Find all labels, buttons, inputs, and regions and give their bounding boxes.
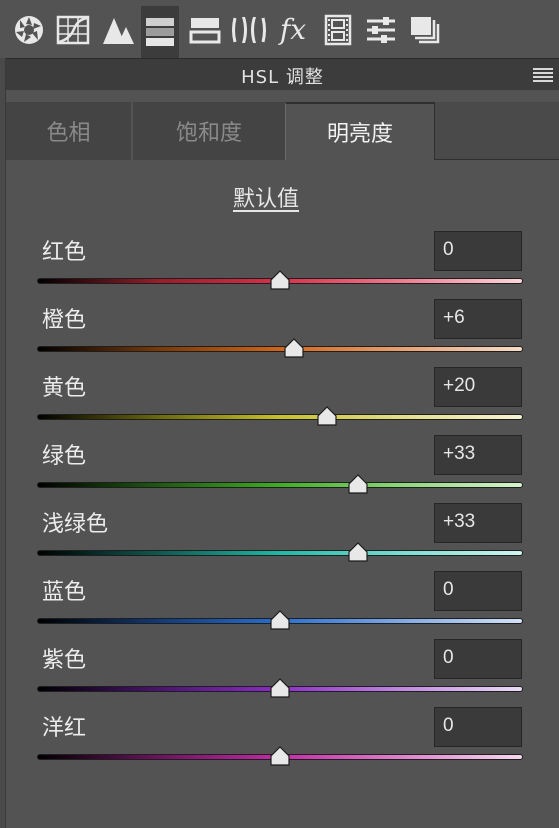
slider-value-purple[interactable]: 0	[434, 639, 522, 679]
tab-saturation[interactable]: 饱和度	[133, 102, 285, 160]
slider-label-aqua: 浅绿色	[42, 512, 109, 537]
slider-label-purple: 紫色	[42, 648, 87, 673]
tab-hue[interactable]: 色相	[6, 102, 131, 160]
tab-hue-label: 色相	[46, 121, 91, 146]
panel-menu-icon[interactable]	[533, 68, 553, 82]
tab-spacer	[435, 102, 559, 160]
slider-value-orange[interactable]: +6	[434, 299, 522, 339]
slider-value-blue[interactable]: 0	[434, 571, 522, 611]
slider-value-green[interactable]: +33	[434, 435, 522, 475]
slider-row-magenta: 洋红 0	[0, 707, 559, 782]
slider-label-yellow: 黄色	[42, 376, 87, 401]
detail-icon[interactable]	[99, 8, 137, 52]
hsl-tabs: 色相 饱和度 明亮度	[6, 102, 559, 160]
panel-toolbar: fx	[0, 0, 559, 58]
fx-label: fx	[279, 13, 307, 46]
camera-calibration-icon[interactable]	[319, 8, 357, 52]
panel-title: HSL 调整	[241, 67, 324, 88]
slider-track-yellow[interactable]	[37, 414, 523, 420]
slider-track-green[interactable]	[37, 482, 523, 488]
split-toning-icon[interactable]	[186, 8, 224, 52]
slider-track-orange[interactable]	[37, 346, 523, 352]
slider-label-red: 红色	[42, 240, 87, 265]
slider-label-blue: 蓝色	[42, 580, 87, 605]
slider-value-yellow[interactable]: +20	[434, 367, 522, 407]
slider-thumb-green[interactable]	[347, 474, 369, 494]
slider-row-red: 红色 0	[0, 231, 559, 306]
slider-row-green: 绿色 +33	[0, 435, 559, 510]
tab-luminance[interactable]: 明亮度	[285, 102, 435, 160]
slider-label-magenta: 洋红	[42, 716, 87, 741]
slider-thumb-purple[interactable]	[269, 678, 291, 698]
tone-curve-icon[interactable]	[54, 8, 92, 52]
slider-label-orange: 橙色	[42, 308, 87, 333]
presets-icon[interactable]	[362, 8, 400, 52]
slider-label-green: 绿色	[42, 444, 87, 469]
slider-track-aqua[interactable]	[37, 550, 523, 556]
slider-value-aqua[interactable]: +33	[434, 503, 522, 543]
slider-value-magenta[interactable]: 0	[434, 707, 522, 747]
snapshots-icon[interactable]	[406, 8, 444, 52]
hsl-icon[interactable]	[141, 6, 179, 58]
slider-thumb-blue[interactable]	[269, 610, 291, 630]
panel-header: HSL 调整	[6, 58, 559, 90]
slider-row-orange: 橙色 +6	[0, 299, 559, 374]
slider-thumb-yellow[interactable]	[316, 406, 338, 426]
fx-icon[interactable]: fx	[274, 8, 312, 52]
slider-value-red[interactable]: 0	[434, 231, 522, 271]
slider-thumb-aqua[interactable]	[347, 542, 369, 562]
slider-thumb-red[interactable]	[269, 270, 291, 290]
slider-thumb-magenta[interactable]	[269, 746, 291, 766]
slider-row-yellow: 黄色 +20	[0, 367, 559, 442]
slider-thumb-orange[interactable]	[283, 338, 305, 358]
lens-corrections-icon[interactable]	[230, 8, 268, 52]
default-link[interactable]: 默认值	[0, 181, 532, 213]
aperture-icon[interactable]	[10, 8, 48, 52]
tab-luminance-label: 明亮度	[326, 122, 393, 147]
slider-row-aqua: 浅绿色 +33	[0, 503, 559, 578]
slider-row-blue: 蓝色 0	[0, 571, 559, 646]
slider-row-purple: 紫色 0	[0, 639, 559, 714]
tab-saturation-label: 饱和度	[175, 121, 242, 146]
